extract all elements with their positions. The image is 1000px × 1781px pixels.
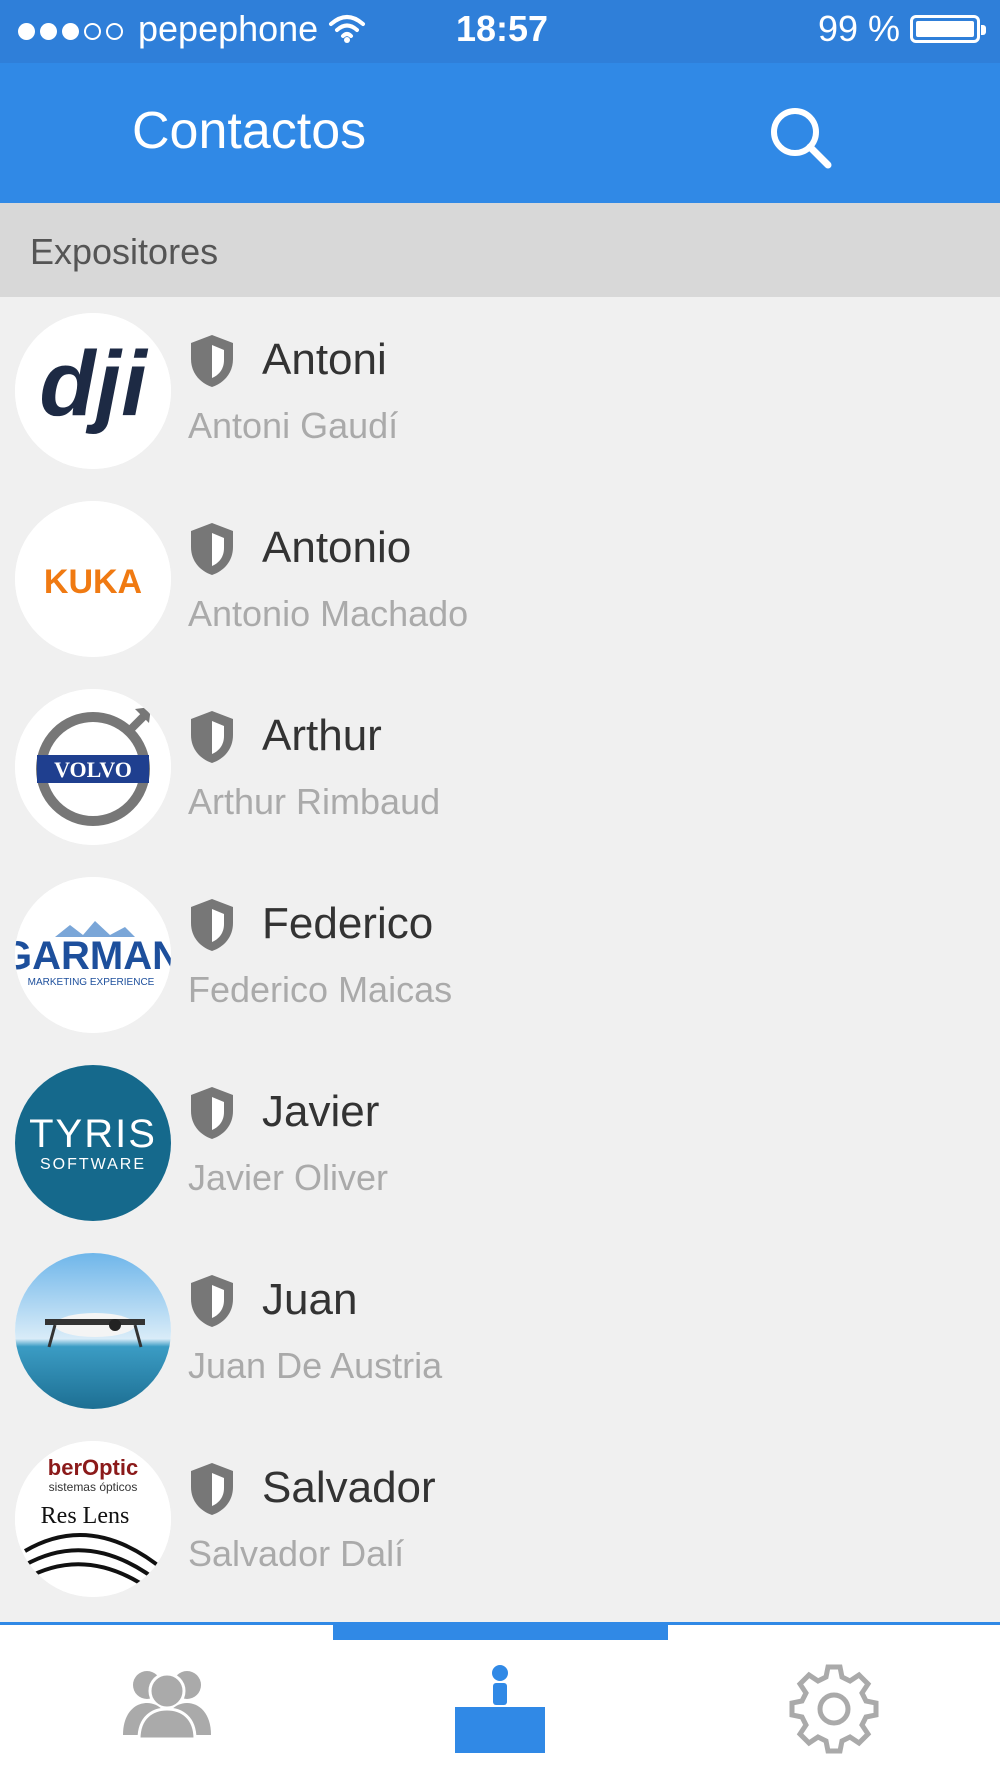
svg-text:dji: dji [39,333,149,435]
svg-text:Res Lens: Res Lens [41,1503,130,1529]
status-right: 99 % [817,8,986,50]
contact-name: Antonio [262,523,412,572]
people-icon [122,1671,211,1741]
contact-name: Federico [262,899,434,948]
contact-row-salvador[interactable]: berOptic sistemas ópticos Res Lens Salva… [0,1425,1000,1613]
shield-icon [191,1463,233,1515]
status-bar: pepephone 18:57 99 % [0,0,1000,63]
company-logo-kuka: KUKA [15,501,171,657]
search-button[interactable] [762,99,842,179]
company-logo-tyris: TYRIS SOFTWARE [15,1065,171,1221]
company-logo-dji: dji [15,313,171,469]
contact-list: dji Antoni Antoni Gaudí KUKA Antonio Ant… [0,297,1000,1613]
contact-row-antoni[interactable]: dji Antoni Antoni Gaudí [0,297,1000,485]
company-logo-garman: GARMAN MARKETING EXPERIENCE [15,877,171,1033]
company-logo-volvo: VOLVO [15,689,171,845]
svg-text:KUKA: KUKA [44,563,142,601]
svg-text:SOFTWARE: SOFTWARE [40,1156,146,1173]
signal-strength-icon [18,8,128,50]
shield-icon [191,899,233,951]
shield-icon [191,1275,233,1327]
svg-text:MARKETING EXPERIENCE: MARKETING EXPERIENCE [28,977,155,988]
contact-name: Salvador [262,1463,436,1512]
battery-icon [910,15,986,43]
contact-full-name: Antonio Machado [188,593,469,634]
contact-row-arthur[interactable]: VOLVO Arthur Arthur Rimbaud [0,673,1000,861]
tab-settings[interactable] [667,1625,1000,1781]
svg-text:TYRIS: TYRIS [29,1112,157,1156]
svg-text:berOptic: berOptic [48,1455,138,1480]
section-label: Expositores [30,231,219,272]
contact-full-name: Javier Oliver [188,1157,389,1198]
contact-full-name: Antoni Gaudí [188,405,399,446]
tab-contacts[interactable] [0,1625,333,1781]
svg-text:GARMAN: GARMAN [15,934,171,978]
exhibitor-stand-icon [454,1665,545,1753]
search-icon [771,108,832,169]
status-left: pepephone [18,8,366,50]
shield-icon [191,335,233,387]
contact-full-name: Juan De Austria [188,1345,443,1386]
svg-text:sistemas ópticos: sistemas ópticos [49,1480,138,1494]
contact-name: Javier [262,1087,380,1136]
status-time: 18:57 [456,8,549,49]
battery-percentage: 99 % [817,8,900,49]
shield-icon [191,711,233,763]
shield-icon [191,523,233,575]
contact-name: Antoni [262,335,387,384]
contact-full-name: Arthur Rimbaud [188,781,441,822]
company-logo-drone [15,1253,171,1409]
section-header: Expositores [0,203,1000,297]
contact-full-name: Salvador Dalí [188,1533,405,1574]
contact-row-juan[interactable]: Juan Juan De Austria [0,1237,1000,1425]
bottom-tab-bar [0,1622,1000,1781]
svg-text:VOLVO: VOLVO [54,757,132,782]
gear-icon [789,1664,878,1754]
company-logo-reslens: berOptic sistemas ópticos Res Lens [15,1441,171,1597]
wifi-icon [329,15,366,43]
contact-row-javier[interactable]: TYRIS SOFTWARE Javier Javier Oliver [0,1049,1000,1237]
contact-full-name: Federico Maicas [188,969,453,1010]
contact-row-antonio[interactable]: KUKA Antonio Antonio Machado [0,485,1000,673]
page-title: Contactos [132,102,367,160]
contact-name: Juan [262,1275,358,1324]
carrier-name: pepephone [138,8,319,49]
shield-icon [191,1087,233,1139]
app-header: Contactos [0,63,1000,203]
contact-name: Arthur [262,711,382,760]
tab-exhibitors[interactable] [333,1625,666,1781]
contact-row-federico[interactable]: GARMAN MARKETING EXPERIENCE Federico Fed… [0,861,1000,1049]
